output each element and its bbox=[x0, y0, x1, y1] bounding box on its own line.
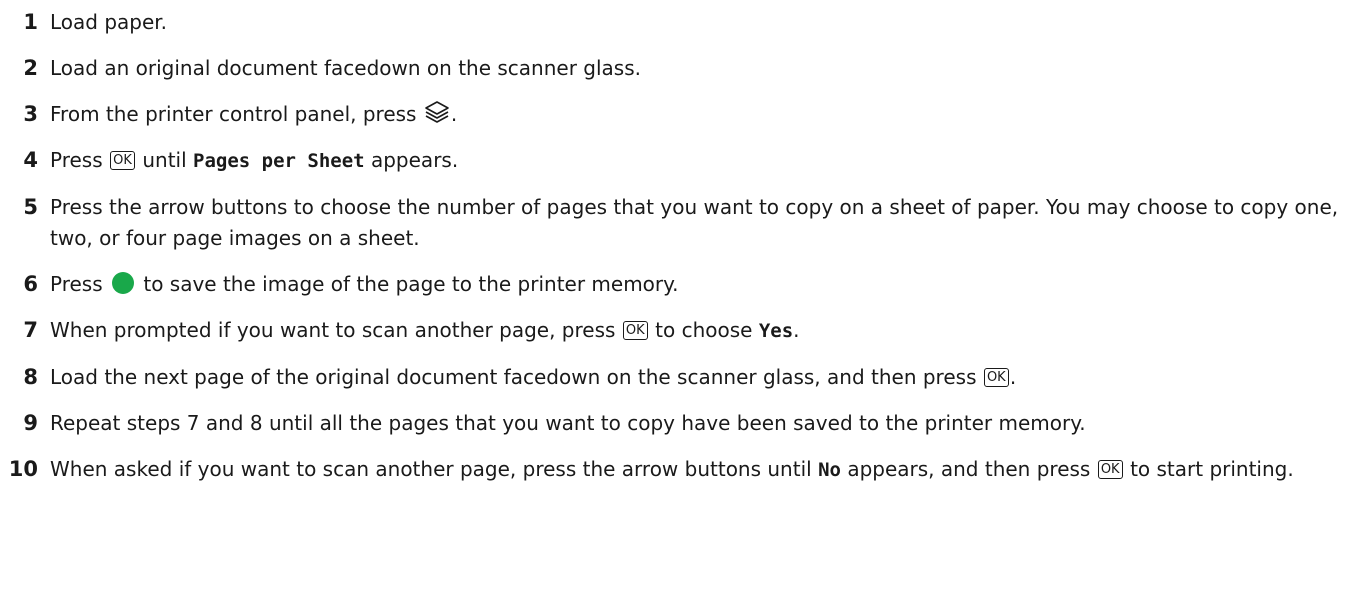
step-text-end: . bbox=[1009, 365, 1017, 389]
step-text: Repeat steps 7 and 8 until all the pages… bbox=[50, 411, 1086, 435]
step-text: Press bbox=[50, 272, 103, 296]
step-9: 9 Repeat steps 7 and 8 until all the pag… bbox=[0, 408, 1340, 439]
step-number: 7 bbox=[23, 318, 38, 342]
step-text: Press the arrow buttons to choose the nu… bbox=[50, 195, 1339, 250]
step-text: When prompted if you want to scan anothe… bbox=[50, 318, 616, 342]
step-2: 2 Load an original document facedown on … bbox=[0, 53, 1340, 84]
step-text-mid: to choose bbox=[655, 318, 753, 342]
step-number: 3 bbox=[23, 102, 38, 126]
step-number: 1 bbox=[23, 10, 38, 34]
step-text: From the printer control panel, press bbox=[50, 102, 417, 126]
copy-mode-icon bbox=[425, 101, 449, 123]
display-message: No bbox=[818, 459, 841, 481]
step-10: 10 When asked if you want to scan anothe… bbox=[0, 454, 1340, 486]
step-text-end: . bbox=[793, 318, 800, 342]
step-text: Press bbox=[50, 148, 103, 172]
step-number: 9 bbox=[23, 411, 38, 435]
step-number: 5 bbox=[23, 195, 38, 219]
display-message: Pages per Sheet bbox=[193, 150, 365, 172]
step-text: Load paper. bbox=[50, 10, 168, 34]
step-number: 4 bbox=[23, 148, 38, 172]
step-text-end: to start printing. bbox=[1130, 457, 1294, 481]
step-1: 1 Load paper. bbox=[0, 7, 1340, 38]
step-number: 8 bbox=[23, 365, 38, 389]
step-number: 2 bbox=[23, 56, 38, 80]
display-message: Yes bbox=[758, 320, 794, 342]
step-text-mid: until bbox=[142, 148, 187, 172]
step-6: 6 Press to save the image of the page to… bbox=[0, 269, 1340, 300]
step-text-end: . bbox=[450, 102, 458, 126]
step-number: 6 bbox=[23, 272, 38, 296]
ok-button-icon: OK bbox=[622, 321, 648, 340]
step-text: When asked if you want to scan another p… bbox=[50, 457, 812, 481]
start-button-icon bbox=[112, 272, 134, 294]
step-text-mid: appears, and then press bbox=[847, 457, 1091, 481]
step-8: 8 Load the next page of the original doc… bbox=[0, 362, 1340, 393]
ok-button-icon: OK bbox=[1097, 460, 1123, 479]
step-5: 5 Press the arrow buttons to choose the … bbox=[0, 192, 1340, 254]
instruction-steps: 1 Load paper. 2 Load an original documen… bbox=[0, 0, 1352, 486]
step-text-end: to save the image of the page to the pri… bbox=[143, 272, 679, 296]
step-number: 10 bbox=[8, 457, 38, 481]
ok-button-icon: OK bbox=[110, 151, 135, 170]
step-text-end: appears. bbox=[370, 148, 459, 172]
step-text: Load an original document facedown on th… bbox=[50, 56, 641, 80]
step-4: 4 Press OK until Pages per Sheet appears… bbox=[0, 145, 1340, 177]
step-3: 3 From the printer control panel, press … bbox=[0, 99, 1340, 130]
step-text: Load the next page of the original docum… bbox=[50, 365, 977, 389]
ok-button-icon: OK bbox=[983, 368, 1009, 387]
step-7: 7 When prompted if you want to scan anot… bbox=[0, 315, 1340, 347]
